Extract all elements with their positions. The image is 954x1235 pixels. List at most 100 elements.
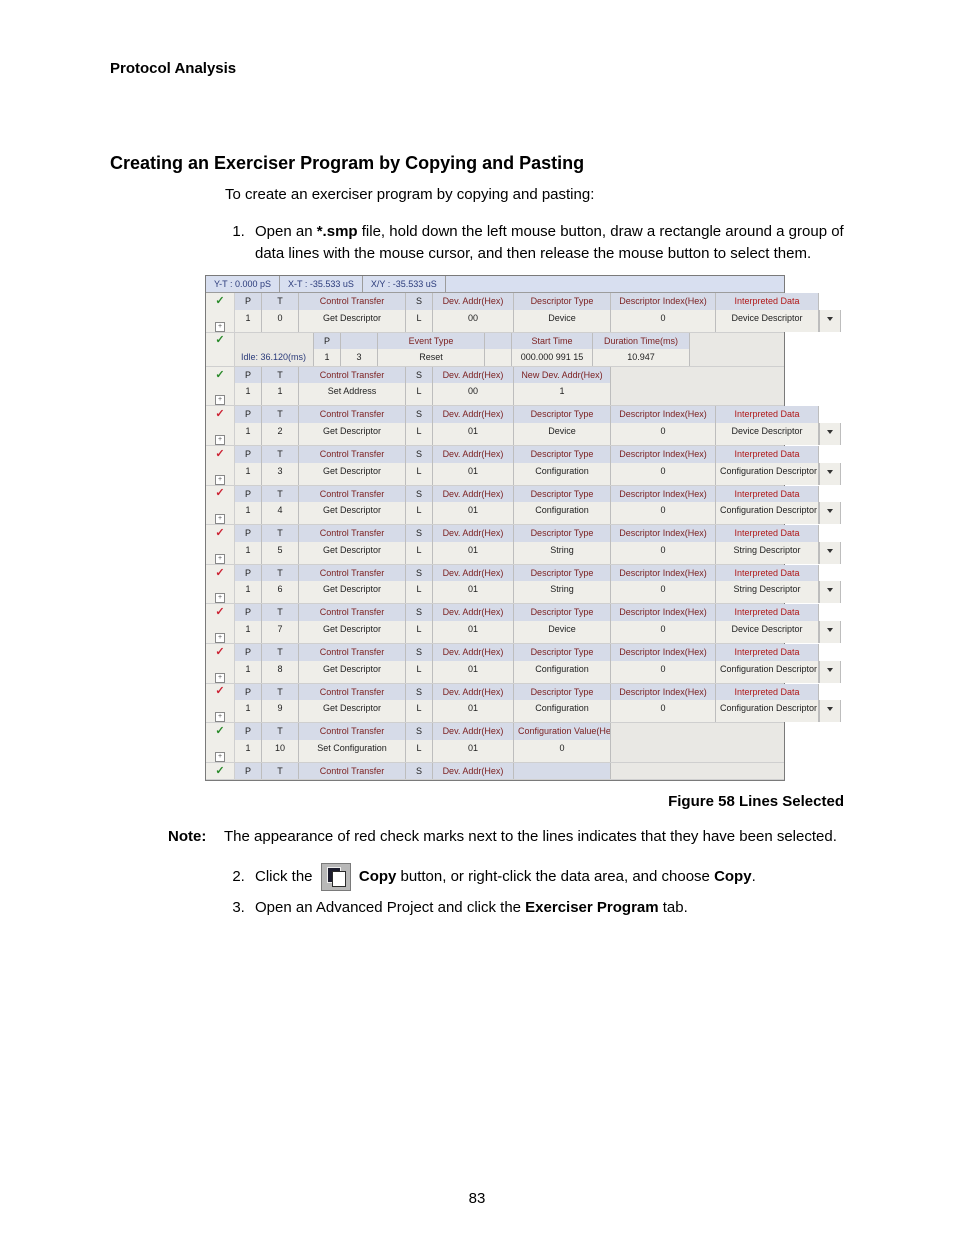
data-cell: Dev. Addr(Hex): [433, 644, 514, 661]
transfer-row[interactable]: ✓PTControl TransferSDev. Addr(Hex)Descri…: [206, 406, 784, 446]
data-cell: 0: [611, 581, 716, 603]
check-icon: ✓: [215, 409, 224, 420]
data-cell: 01: [433, 581, 514, 603]
data-cell: S: [406, 723, 433, 740]
data-cell: Control Transfer: [299, 406, 406, 423]
data-cell: Interpreted Data: [716, 565, 819, 582]
data-cell: Control Transfer: [299, 525, 406, 542]
dropdown-icon[interactable]: [819, 700, 841, 722]
check-icon: ✓: [215, 528, 224, 539]
row-gutter: ✓: [206, 333, 235, 350]
expand-icon[interactable]: +: [215, 593, 225, 603]
expand-icon[interactable]: +: [215, 475, 225, 485]
transfer-row[interactable]: ✓PTControl TransferSDev. Addr(Hex)Descri…: [206, 446, 784, 486]
data-rows[interactable]: ✓PTControl TransferSDev. Addr(Hex)Descri…: [206, 293, 784, 780]
transfer-row[interactable]: ✓PTControl TransferSDev. Addr(Hex)Descri…: [206, 644, 784, 684]
check-icon: ✓: [215, 488, 224, 499]
data-cell: Configuration Descriptor: [716, 661, 819, 683]
row-gutter: ✓: [206, 406, 235, 423]
transfer-row[interactable]: ✓PTControl TransferSDev. Addr(Hex)New De…: [206, 367, 784, 407]
transfer-row[interactable]: ✓PTControl TransferSDev. Addr(Hex)Descri…: [206, 684, 784, 724]
data-cell: S: [406, 565, 433, 582]
data-cell: Control Transfer: [299, 604, 406, 621]
data-cell: Device: [514, 310, 611, 332]
running-header: Protocol Analysis: [110, 60, 844, 77]
transfer-row[interactable]: ✓PTControl TransferSDev. Addr(Hex)Descri…: [206, 293, 784, 333]
data-cell: L: [406, 621, 433, 643]
data-cell: T: [262, 406, 299, 423]
data-cell: Device Descriptor: [716, 621, 819, 643]
row-gutter: ✓: [206, 763, 235, 780]
data-cell: 0: [611, 502, 716, 524]
check-icon: ✓: [215, 647, 224, 658]
dropdown-icon[interactable]: [819, 310, 841, 332]
data-cell: Device Descriptor: [716, 310, 819, 332]
data-cell: 01: [433, 740, 514, 762]
check-icon: ✓: [215, 449, 224, 460]
data-cell: T: [262, 565, 299, 582]
data-cell: Descriptor Index(Hex): [611, 446, 716, 463]
step3-tab-name: Exerciser Program: [525, 899, 658, 916]
data-cell: S: [406, 406, 433, 423]
expand-icon[interactable]: +: [215, 514, 225, 524]
step3-text-a: Open an Advanced Project and click the: [255, 899, 525, 916]
check-icon: ✓: [215, 686, 224, 697]
dropdown-icon[interactable]: [819, 542, 841, 564]
expand-icon[interactable]: +: [215, 752, 225, 762]
analyzer-window: Y-T : 0.000 pS X-T : -35.533 uS X/Y : -3…: [205, 275, 785, 782]
row-gutter: ✓: [206, 293, 235, 310]
copy-icon[interactable]: [321, 863, 351, 891]
dropdown-icon[interactable]: [819, 423, 841, 445]
note-block: Note: The appearance of red check marks …: [110, 826, 844, 847]
data-cell: 1: [235, 621, 262, 643]
expand-icon[interactable]: +: [215, 395, 225, 405]
data-cell: Configuration Value(Hex): [514, 723, 611, 740]
expand-icon[interactable]: +: [215, 322, 225, 332]
data-cell: 00: [433, 383, 514, 405]
data-cell: Configuration: [514, 463, 611, 485]
data-cell: Dev. Addr(Hex): [433, 565, 514, 582]
steps-continued: Click the Copy button, or right-click th…: [225, 863, 844, 919]
transfer-row[interactable]: ✓PTControl TransferSDev. Addr(Hex)Descri…: [206, 525, 784, 565]
data-cell: 1: [262, 383, 299, 405]
data-cell: Set Address: [299, 383, 406, 405]
expand-icon[interactable]: +: [215, 435, 225, 445]
data-cell: 01: [433, 423, 514, 445]
transfer-row[interactable]: ✓PTControl TransferSDev. Addr(Hex)Descri…: [206, 486, 784, 526]
expand-icon[interactable]: +: [215, 554, 225, 564]
data-cell: 1: [235, 542, 262, 564]
data-cell: 0: [611, 661, 716, 683]
data-cell: Reset: [378, 349, 485, 366]
dropdown-icon[interactable]: [819, 661, 841, 683]
row-gutter: ✓: [206, 723, 235, 740]
data-cell: Device Descriptor: [716, 423, 819, 445]
section-body: To create an exerciser program by copyin…: [225, 184, 844, 812]
dropdown-icon[interactable]: [819, 581, 841, 603]
transfer-row[interactable]: ✓PTControl TransferSDev. Addr(Hex)Descri…: [206, 604, 784, 644]
note-label: Note:: [168, 826, 224, 847]
step1-file: *.smp: [317, 223, 358, 240]
check-icon: ✓: [215, 607, 224, 618]
expand-icon[interactable]: +: [215, 633, 225, 643]
transfer-row[interactable]: ✓PTControl TransferSDev. Addr(Hex)Descri…: [206, 565, 784, 605]
data-cell: 0: [611, 310, 716, 332]
expand-icon[interactable]: +: [215, 673, 225, 683]
data-cell: Configuration: [514, 661, 611, 683]
dropdown-icon[interactable]: [819, 463, 841, 485]
transfer-row[interactable]: ✓PTControl TransferSDev. Addr(Hex): [206, 763, 784, 781]
data-cell: Get Descriptor: [299, 423, 406, 445]
data-cell: Descriptor Type: [514, 525, 611, 542]
data-cell: Interpreted Data: [716, 604, 819, 621]
data-cell: Set Configuration: [299, 740, 406, 762]
data-cell: 0: [514, 740, 611, 762]
expand-icon[interactable]: +: [215, 712, 225, 722]
dropdown-icon[interactable]: [819, 502, 841, 524]
data-cell: T: [262, 723, 299, 740]
check-icon: ✓: [215, 726, 224, 737]
data-cell: New Dev. Addr(Hex): [514, 367, 611, 384]
transfer-row[interactable]: ✓PTControl TransferSDev. Addr(Hex)Config…: [206, 723, 784, 763]
data-cell: S: [406, 446, 433, 463]
data-cell: P: [235, 644, 262, 661]
data-cell: Control Transfer: [299, 684, 406, 701]
dropdown-icon[interactable]: [819, 621, 841, 643]
